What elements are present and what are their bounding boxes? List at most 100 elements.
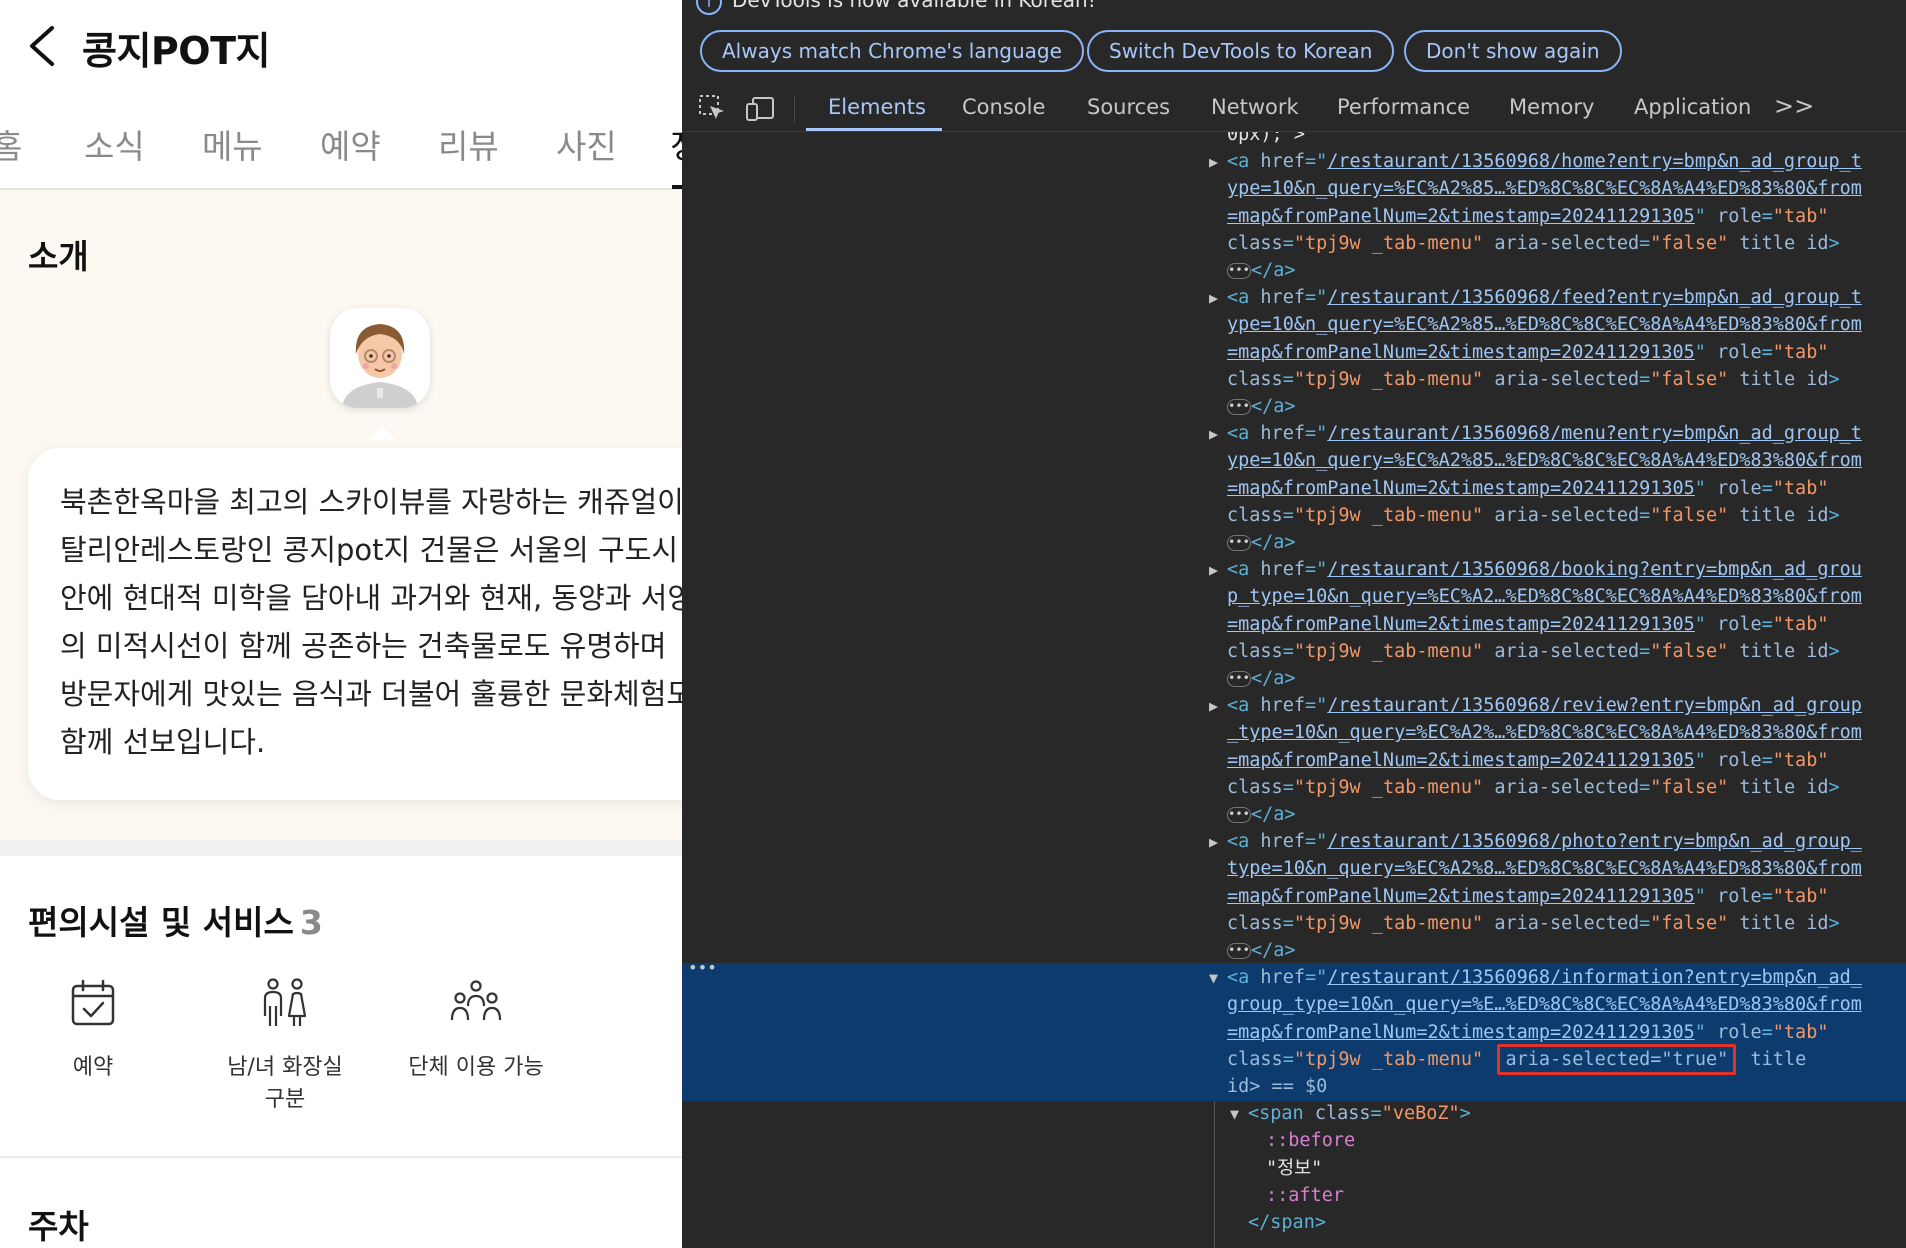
- section-divider-line: [0, 1156, 682, 1158]
- parking-title: 주차: [28, 1207, 89, 1246]
- tab-information[interactable]: 정: [670, 120, 682, 168]
- anchor-href-tail: =map&fromPanelNum=2&timestamp=2024112913…: [1227, 613, 1829, 635]
- tab-photo[interactable]: 사진: [556, 120, 617, 168]
- collapsed-ellipsis-icon[interactable]: •••: [1227, 671, 1251, 687]
- pseudo-before[interactable]: ::before: [1266, 1128, 1355, 1154]
- tab-application[interactable]: Application: [1634, 95, 1751, 119]
- anchor-attrs: class="tpj9w _tab-menu" aria-selected="f…: [1227, 912, 1840, 934]
- anchor-close: •••</a>: [1227, 396, 1296, 417]
- owner-avatar: [330, 308, 430, 408]
- intro-line: 방문자에게 맛있는 음식과 더불어 훌륭한 문화체험도: [60, 677, 682, 711]
- page-title: 콩지POT지: [82, 29, 270, 73]
- intro-title: 소개: [28, 237, 89, 276]
- select-element-icon[interactable]: [696, 92, 728, 124]
- chevron-left-icon: [30, 26, 54, 66]
- tab-console[interactable]: Console: [962, 95, 1045, 119]
- tab-performance[interactable]: Performance: [1337, 95, 1470, 119]
- anchor-node[interactable]: <a href="/restaurant/13560968/feed?entry…: [1227, 285, 1862, 311]
- anchor-href-tail: =map&fromPanelNum=2&timestamp=2024112913…: [1227, 341, 1829, 363]
- selected-href-tail: =map&fromPanelNum=2&timestamp=2024112913…: [1227, 1021, 1829, 1043]
- back-button[interactable]: [24, 20, 64, 72]
- node-actions-icon[interactable]: •••: [688, 958, 717, 977]
- anchor-href-tail: =map&fromPanelNum=2&timestamp=2024112913…: [1227, 749, 1829, 771]
- intro-line: 북촌한옥마을 최고의 스카이뷰를 자랑하는 캐쥬얼이: [60, 485, 682, 519]
- anchor-close: •••</a>: [1227, 260, 1296, 281]
- intro-section: 소개 북촌한옥마을 최고의 스카이뷰를 자랑하는 캐쥬얼이 탈리안레스토랑인 콩…: [0, 190, 682, 840]
- anchor-attrs: class="tpj9w _tab-menu" aria-selected="f…: [1227, 368, 1840, 390]
- restaurant-page: 콩지POT지 홈 소식 메뉴 예약 리뷰 사진 정 소개: [0, 0, 682, 1248]
- calendar-check-icon: [71, 979, 115, 1026]
- expand-triangle-icon[interactable]: ▶: [1209, 829, 1218, 855]
- anchor-attrs: class="tpj9w _tab-menu" aria-selected="f…: [1227, 776, 1840, 798]
- intro-line: 함께 선보입니다.: [60, 725, 266, 759]
- intro-line: 탈리안레스토랑인 콩지pot지 건물은 서울의 구도시: [60, 533, 678, 567]
- facility-item-booking: 예약: [8, 976, 178, 1084]
- span-close: </span>: [1248, 1212, 1326, 1233]
- intro-text: 북촌한옥마을 최고의 스카이뷰를 자랑하는 캐쥬얼이 탈리안레스토랑인 콩지po…: [60, 478, 682, 766]
- facility-item-restroom: 남/녀 화장실 구분: [200, 976, 370, 1116]
- anchor-node[interactable]: <a href="/restaurant/13560968/home?entry…: [1227, 149, 1862, 175]
- highlight-box: [1497, 1043, 1737, 1075]
- active-devtools-tab-indicator: [806, 128, 942, 131]
- anchor-href-cont: ype=10&n_query=%EC%A2%85…%ED%8C%8C%EC%8A…: [1227, 314, 1862, 336]
- expand-triangle-icon[interactable]: ▶: [1209, 285, 1218, 311]
- collapsed-ellipsis-icon[interactable]: •••: [1227, 399, 1251, 415]
- section-divider: [0, 840, 682, 856]
- anchor-attrs: class="tpj9w _tab-menu" aria-selected="f…: [1227, 232, 1840, 254]
- anchor-href-tail: =map&fromPanelNum=2&timestamp=2024112913…: [1227, 205, 1829, 227]
- text-node[interactable]: "정보": [1266, 1156, 1322, 1182]
- facility-label: 단체 이용 가능: [408, 1055, 544, 1080]
- collapse-triangle-icon[interactable]: ▼: [1230, 1101, 1239, 1127]
- collapsed-ellipsis-icon[interactable]: •••: [1227, 807, 1251, 823]
- expand-triangle-icon[interactable]: ▶: [1209, 421, 1218, 447]
- always-match-language-button[interactable]: Always match Chrome's language: [700, 30, 1084, 72]
- switch-to-korean-button[interactable]: Switch DevTools to Korean: [1087, 30, 1395, 72]
- restroom-icon: [263, 978, 307, 1026]
- expand-triangle-icon[interactable]: ▶: [1209, 693, 1218, 719]
- tab-elements[interactable]: Elements: [828, 95, 926, 119]
- tab-booking[interactable]: 예약: [320, 120, 381, 168]
- language-notice: i DevTools is now available in Korean!: [696, 0, 1096, 15]
- anchor-href-cont: _type=10&n_query=%EC%A2%…%ED%8C%8C%EC%8A…: [1227, 722, 1862, 744]
- anchor-href-tail: =map&fromPanelNum=2&timestamp=2024112913…: [1227, 477, 1829, 499]
- expand-triangle-icon[interactable]: ▶: [1209, 557, 1218, 583]
- selected-anchor-node[interactable]: <a href="/restaurant/13560968/informatio…: [1227, 965, 1862, 991]
- tab-home[interactable]: 홈: [0, 120, 22, 168]
- tab-memory[interactable]: Memory: [1509, 95, 1594, 119]
- tab-review[interactable]: 리뷰: [438, 120, 499, 168]
- pseudo-after[interactable]: ::after: [1266, 1183, 1344, 1209]
- selected-href-cont: group_type=10&n_query=%E…%ED%8C%8C%EC%8A…: [1227, 994, 1862, 1016]
- collapse-triangle-icon[interactable]: ▼: [1209, 965, 1218, 991]
- tab-sources[interactable]: Sources: [1087, 95, 1170, 119]
- speech-bubble-tail: [368, 426, 396, 440]
- anchor-close: •••</a>: [1227, 940, 1296, 961]
- anchor-close: •••</a>: [1227, 532, 1296, 553]
- tab-network[interactable]: Network: [1211, 95, 1299, 119]
- anchor-href-cont: type=10&n_query=%EC%A2%8…%ED%8C%8C%EC%8A…: [1227, 858, 1862, 880]
- intro-line: 안에 현대적 미학을 담아내 과거와 현재, 동양과 서양: [60, 581, 682, 615]
- page-header: 콩지POT지: [0, 0, 682, 94]
- dom-fragment: 0px);">: [1227, 132, 1305, 145]
- anchor-href-tail: =map&fromPanelNum=2&timestamp=2024112913…: [1227, 885, 1829, 907]
- anchor-node[interactable]: <a href="/restaurant/13560968/review?ent…: [1227, 693, 1862, 719]
- device-toolbar-icon[interactable]: [744, 92, 776, 124]
- collapsed-ellipsis-icon[interactable]: •••: [1227, 943, 1251, 959]
- collapsed-ellipsis-icon[interactable]: •••: [1227, 535, 1251, 551]
- collapsed-ellipsis-icon[interactable]: •••: [1227, 263, 1251, 279]
- tree-guide-line: [1214, 1101, 1215, 1248]
- tab-news[interactable]: 소식: [84, 120, 145, 168]
- group-icon: [450, 980, 502, 1021]
- span-node[interactable]: <span class="veBoZ">: [1248, 1101, 1471, 1127]
- more-tabs-chevron-icon[interactable]: >>: [1774, 92, 1814, 120]
- expand-triangle-icon[interactable]: ▶: [1209, 149, 1218, 175]
- anchor-close: •••</a>: [1227, 804, 1296, 825]
- facilities-title-text: 편의시설 및 서비스: [28, 903, 294, 942]
- anchor-node[interactable]: <a href="/restaurant/13560968/booking?en…: [1227, 557, 1862, 583]
- tab-menu[interactable]: 메뉴: [202, 120, 263, 168]
- facility-label: 예약: [72, 1055, 114, 1080]
- dont-show-again-button[interactable]: Don't show again: [1404, 30, 1622, 72]
- anchor-node[interactable]: <a href="/restaurant/13560968/photo?entr…: [1227, 829, 1862, 855]
- intro-speech-bubble: 북촌한옥마을 최고의 스카이뷰를 자랑하는 캐쥬얼이 탈리안레스토랑인 콩지po…: [28, 448, 682, 800]
- facility-item-group: 단체 이용 가능: [391, 976, 561, 1084]
- anchor-node[interactable]: <a href="/restaurant/13560968/menu?entry…: [1227, 421, 1862, 447]
